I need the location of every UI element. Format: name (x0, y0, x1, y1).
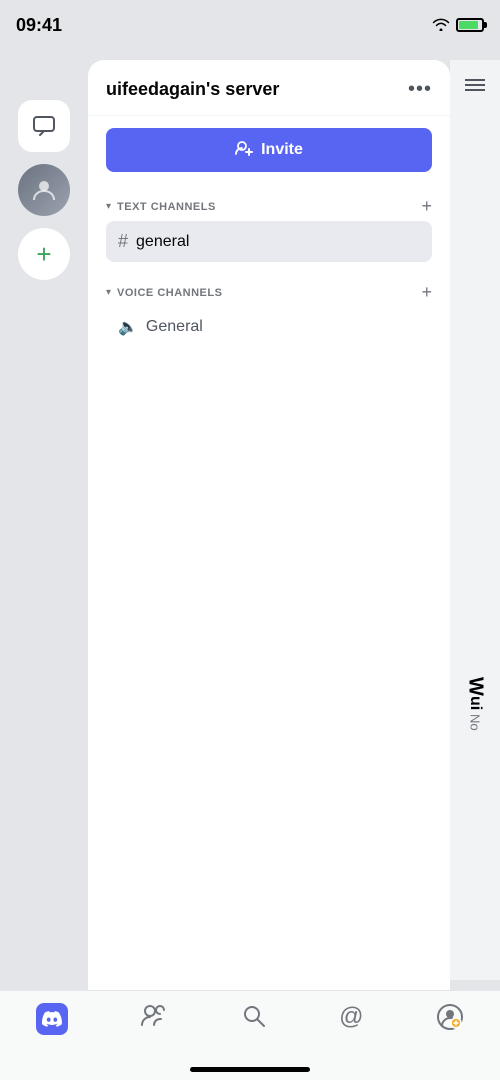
left-sidebar: + (0, 0, 88, 1080)
wifi-icon (432, 17, 450, 34)
voice-channels-header: ▾ VOICE CHANNELS + (106, 282, 432, 303)
status-bar: 09:41 (0, 0, 500, 50)
friends-icon (140, 1003, 168, 1034)
voice-channel-general[interactable]: 🔈 General (106, 307, 432, 347)
discord-icon (36, 1003, 68, 1035)
voice-channel-speaker-icon: 🔈 (118, 317, 138, 337)
voice-channels-title-row: ▾ VOICE CHANNELS (106, 287, 222, 299)
sidebar-chat-icon[interactable] (18, 100, 70, 152)
voice-channels-label: VOICE CHANNELS (117, 287, 222, 299)
text-channel-general[interactable]: # general (106, 221, 432, 262)
voice-channel-name: General (146, 318, 203, 336)
battery-fill (459, 21, 478, 29)
invite-button-label: Invite (261, 141, 303, 159)
right-panel-menu-icon[interactable] (465, 76, 485, 97)
tab-discord[interactable] (36, 1003, 68, 1035)
tab-friends[interactable] (140, 1003, 168, 1034)
home-indicator (190, 1067, 310, 1072)
text-channels-header: ▾ TEXT CHANNELS + (106, 196, 432, 217)
server-name: uifeedagain's server (106, 79, 279, 100)
voice-channels-section: ▾ VOICE CHANNELS + 🔈 General (88, 274, 450, 351)
tab-mentions[interactable]: @ (339, 1003, 363, 1031)
profile-icon (436, 1003, 464, 1038)
text-channels-chevron-icon[interactable]: ▾ (106, 201, 111, 212)
status-icons (432, 17, 484, 34)
right-panel-no: No (468, 714, 483, 731)
text-channel-name: general (136, 233, 189, 251)
invite-section: Invite (88, 116, 450, 188)
add-voice-channel-button[interactable]: + (421, 282, 432, 303)
main-panel: uifeedagain's server ••• Invite ▾ TEXT C… (88, 60, 450, 990)
search-icon (241, 1003, 267, 1036)
right-panel-server: ui (466, 696, 484, 710)
right-panel: W ui No (450, 60, 500, 980)
server-avatar[interactable] (18, 164, 70, 216)
tab-profile[interactable] (436, 1003, 464, 1038)
mentions-icon: @ (339, 1003, 363, 1031)
text-channels-title-row: ▾ TEXT CHANNELS (106, 201, 216, 213)
status-time: 09:41 (16, 15, 62, 36)
server-header: uifeedagain's server ••• (88, 60, 450, 116)
add-text-channel-button[interactable]: + (421, 196, 432, 217)
add-server-button[interactable]: + (18, 228, 70, 280)
text-channels-section: ▾ TEXT CHANNELS + # general (88, 188, 450, 266)
more-options-icon[interactable]: ••• (408, 78, 432, 101)
text-channels-label: TEXT CHANNELS (117, 201, 216, 213)
battery-icon (456, 18, 484, 32)
invite-button[interactable]: Invite (106, 128, 432, 172)
invite-icon (235, 140, 253, 161)
voice-channels-chevron-icon[interactable]: ▾ (106, 287, 111, 298)
right-panel-welcome: W (464, 677, 487, 696)
tab-search[interactable] (241, 1003, 267, 1036)
text-channel-hash-icon: # (118, 231, 128, 252)
